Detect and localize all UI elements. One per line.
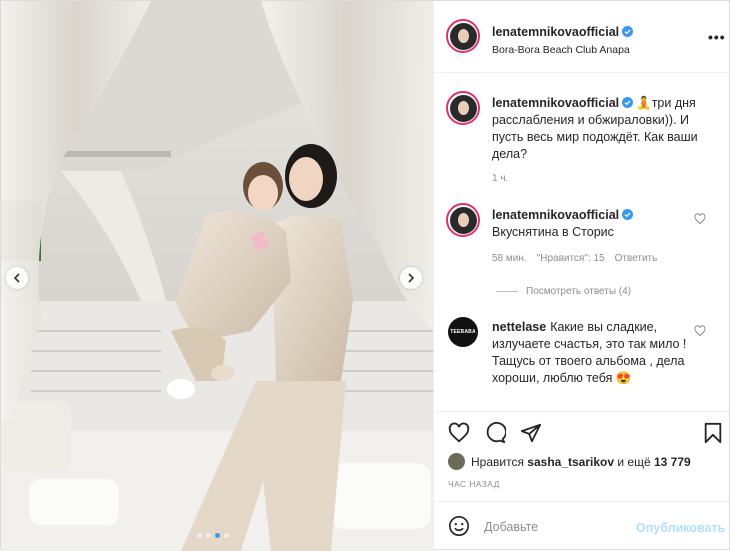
like-comment-heart-icon[interactable] — [694, 325, 706, 337]
comment-emoji: 🧘 — [636, 96, 652, 110]
author-username-row: lenatemnikovaofficial — [492, 25, 634, 39]
verified-badge-icon — [622, 209, 634, 220]
commenter-avatar[interactable]: TEEBABA — [446, 315, 480, 349]
author-username[interactable]: lenatemnikovaofficial — [492, 25, 619, 39]
commenter-avatar[interactable] — [446, 91, 480, 125]
liker-username[interactable]: sasha_tsarikov — [527, 455, 614, 469]
carousel-indicator — [197, 533, 229, 538]
chevron-right-icon — [408, 273, 415, 283]
comment-emoji: 😍 — [615, 371, 632, 385]
publish-button[interactable]: Опубликовать — [636, 521, 725, 535]
post-actions-bar — [434, 411, 730, 451]
author-avatar[interactable] — [446, 19, 480, 53]
like-heart-icon[interactable] — [448, 422, 470, 444]
post-side-panel: lenatemnikovaofficial Bora-Bora Beach Cl… — [433, 1, 730, 551]
photo-scene — [1, 1, 433, 551]
likes-summary: Нравится sasha_tsarikov и ещё 13 779 — [448, 453, 691, 470]
carousel-dot — [224, 533, 229, 538]
post-photo[interactable] — [1, 1, 433, 551]
view-replies-button[interactable]: Посмотреть ответы (4) — [496, 286, 631, 297]
likes-middle: и ещё — [617, 454, 651, 469]
next-photo-button[interactable] — [400, 267, 422, 289]
carousel-dot — [197, 533, 202, 538]
comments-list[interactable]: lenatemnikovaofficial 🧘три дня расслаблен… — [434, 73, 730, 411]
likes-count[interactable]: 13 779 — [654, 455, 691, 469]
comment-body: lenatemnikovaofficial Вкуснятина в Сторис — [492, 207, 702, 241]
comment-meta: 1 ч. — [492, 173, 508, 184]
instagram-post: lenatemnikovaofficial Bora-Bora Beach Cl… — [0, 0, 730, 551]
commenter-avatar[interactable] — [446, 203, 480, 237]
more-dots-icon: ••• — [708, 29, 726, 45]
replies-divider — [496, 291, 518, 292]
avatar-image — [449, 94, 477, 122]
reply-button[interactable]: Ответить — [615, 253, 658, 264]
chevron-left-icon — [13, 273, 20, 283]
commenter-username[interactable]: lenatemnikovaofficial — [492, 208, 619, 222]
avatar-logo-text: TEEBABA — [450, 329, 476, 335]
carousel-dot — [206, 533, 211, 538]
comment-body: nettelase Какие вы сладкие, излучаете сча… — [492, 319, 702, 387]
comment-meta: 58 мин. "Нравится": 15 Ответить — [492, 253, 657, 264]
post-timestamp[interactable]: ЧАС НАЗАД — [448, 479, 500, 489]
comment-time[interactable]: 1 ч. — [492, 173, 508, 184]
commenter-username[interactable]: lenatemnikovaofficial — [492, 96, 619, 110]
verified-badge-icon — [622, 97, 634, 108]
more-options-button[interactable]: ••• — [708, 29, 726, 45]
previous-photo-button[interactable] — [6, 267, 28, 289]
add-comment-bar: Опубликовать — [434, 501, 730, 551]
commenter-username[interactable]: nettelase — [492, 320, 546, 334]
emoji-smiley-icon[interactable] — [448, 515, 470, 537]
carousel-dot-active — [215, 533, 220, 538]
share-send-icon[interactable] — [520, 422, 542, 444]
comment-likes-count[interactable]: "Нравится": 15 — [537, 253, 605, 264]
comment-input[interactable] — [484, 517, 634, 537]
avatar-image — [449, 22, 477, 50]
verified-badge-icon — [622, 26, 634, 37]
comment-body: lenatemnikovaofficial 🧘три дня расслаблен… — [492, 95, 702, 163]
comment-time[interactable]: 58 мин. — [492, 253, 527, 264]
post-header: lenatemnikovaofficial Bora-Bora Beach Cl… — [434, 1, 730, 73]
save-bookmark-icon[interactable] — [702, 422, 724, 444]
view-replies-label: Посмотреть ответы (4) — [526, 286, 632, 297]
likes-prefix: Нравится — [471, 454, 524, 469]
liker-avatar[interactable] — [448, 453, 465, 470]
like-comment-heart-icon[interactable] — [694, 213, 706, 225]
comment-bubble-icon[interactable] — [484, 422, 506, 444]
avatar-image: TEEBABA — [448, 317, 478, 347]
comment-text: Вкуснятина в Сторис — [492, 225, 614, 239]
post-location[interactable]: Bora-Bora Beach Club Anapa — [492, 44, 630, 56]
avatar-image — [449, 206, 477, 234]
